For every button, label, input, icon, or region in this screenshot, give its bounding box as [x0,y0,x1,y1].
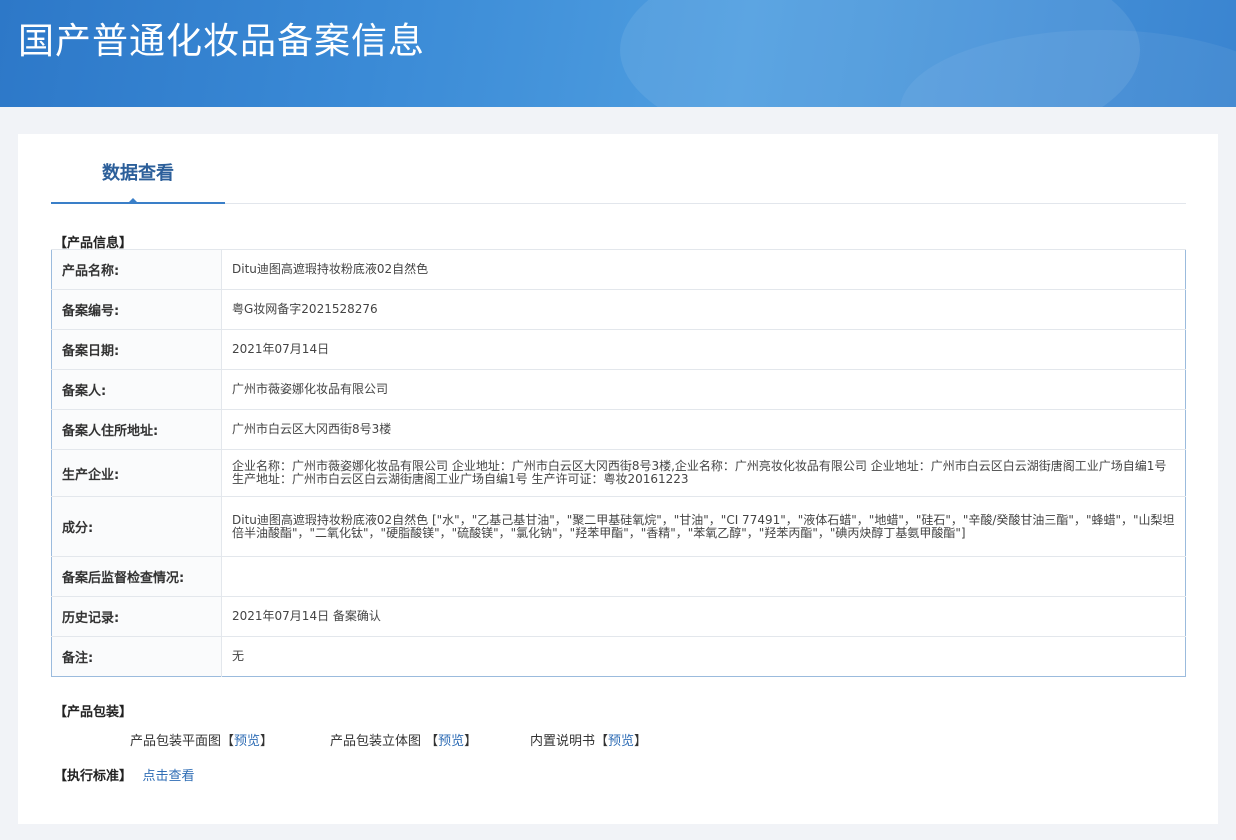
row-value: Ditu迪图高遮瑕持妆粉底液02自然色 ["水"，"乙基己基甘油"，"聚二甲基硅… [221,496,1186,557]
package-flat-item: 产品包装平面图【预览】 [130,730,273,749]
row-label: 成分: [51,496,222,557]
row-label: 备案人住所地址: [51,409,222,450]
header-banner: 国产普通化妆品备案信息 [0,0,1236,107]
table-row: 备注: 无 [51,636,1186,677]
table-row: 生产企业: 企业名称：广州市薇姿娜化妆品有限公司 企业地址：广州市白云区大冈西街… [51,449,1186,497]
row-value: 粤G妆网备字2021528276 [221,289,1186,330]
packaging-heading: 【产品包装】 [54,705,133,720]
row-value [221,556,1186,597]
row-label: 备注: [51,636,222,677]
bracket-open: 【 [425,734,439,749]
bracket-close: 】 [260,734,274,749]
table-row: 备案后监督检查情况: [51,556,1186,597]
table-row: 历史记录: 2021年07月14日 备案确认 [51,596,1186,637]
bracket-close: 】 [634,734,648,749]
bracket-open: 【 [221,734,235,749]
manual-item: 内置说明书【预览】 [530,730,647,749]
row-label: 备案人: [51,369,222,410]
table-row: 成分: Ditu迪图高遮瑕持妆粉底液02自然色 ["水"，"乙基己基甘油"，"聚… [51,496,1186,557]
row-value: 广州市薇姿娜化妆品有限公司 [221,369,1186,410]
table-row: 备案人住所地址: 广州市白云区大冈西街8号3楼 [51,409,1186,450]
content-panel: 数据查看 【产品信息】 产品名称: Ditu迪图高遮瑕持妆粉底液02自然色 备案… [18,134,1218,824]
page-title: 国产普通化妆品备案信息 [18,21,426,62]
package-flat-preview-link[interactable]: 预览 [234,734,260,749]
row-value: Ditu迪图高遮瑕持妆粉底液02自然色 [221,249,1186,290]
table-row: 备案日期: 2021年07月14日 [51,329,1186,370]
tab-bar: 数据查看 [51,134,1186,204]
package-3d-item: 产品包装立体图 【预览】 [330,730,477,749]
package-3d-preview-link[interactable]: 预览 [438,734,464,749]
table-row: 产品名称: Ditu迪图高遮瑕持妆粉底液02自然色 [51,249,1186,290]
row-label: 产品名称: [51,249,222,290]
manual-label: 内置说明书 [530,734,596,749]
table-row: 备案编号: 粤G妆网备字2021528276 [51,289,1186,330]
row-label: 备案后监督检查情况: [51,556,222,597]
tab-active-indicator [127,198,139,204]
bracket-open: 【 [595,734,609,749]
manual-preview-link[interactable]: 预览 [608,734,634,749]
row-label: 备案日期: [51,329,222,370]
standard-heading: 【执行标准】 [54,769,133,784]
row-value: 企业名称：广州市薇姿娜化妆品有限公司 企业地址：广州市白云区大冈西街8号3楼,企… [221,449,1186,497]
product-info-table: 产品名称: Ditu迪图高遮瑕持妆粉底液02自然色 备案编号: 粤G妆网备字20… [51,249,1186,677]
standard-row: 【执行标准】 点击查看 [54,765,195,784]
package-3d-label: 产品包装立体图 [330,734,426,749]
row-value: 无 [221,636,1186,677]
row-label: 生产企业: [51,449,222,497]
package-flat-label: 产品包装平面图 [130,734,222,749]
row-value: 广州市白云区大冈西街8号3楼 [221,409,1186,450]
table-row: 备案人: 广州市薇姿娜化妆品有限公司 [51,369,1186,410]
tab-data-view[interactable]: 数据查看 [51,134,225,204]
row-value: 2021年07月14日 [221,329,1186,370]
row-label: 历史记录: [51,596,222,637]
bracket-close: 】 [464,734,478,749]
standard-view-link[interactable]: 点击查看 [143,769,195,784]
row-value: 2021年07月14日 备案确认 [221,596,1186,637]
row-label: 备案编号: [51,289,222,330]
